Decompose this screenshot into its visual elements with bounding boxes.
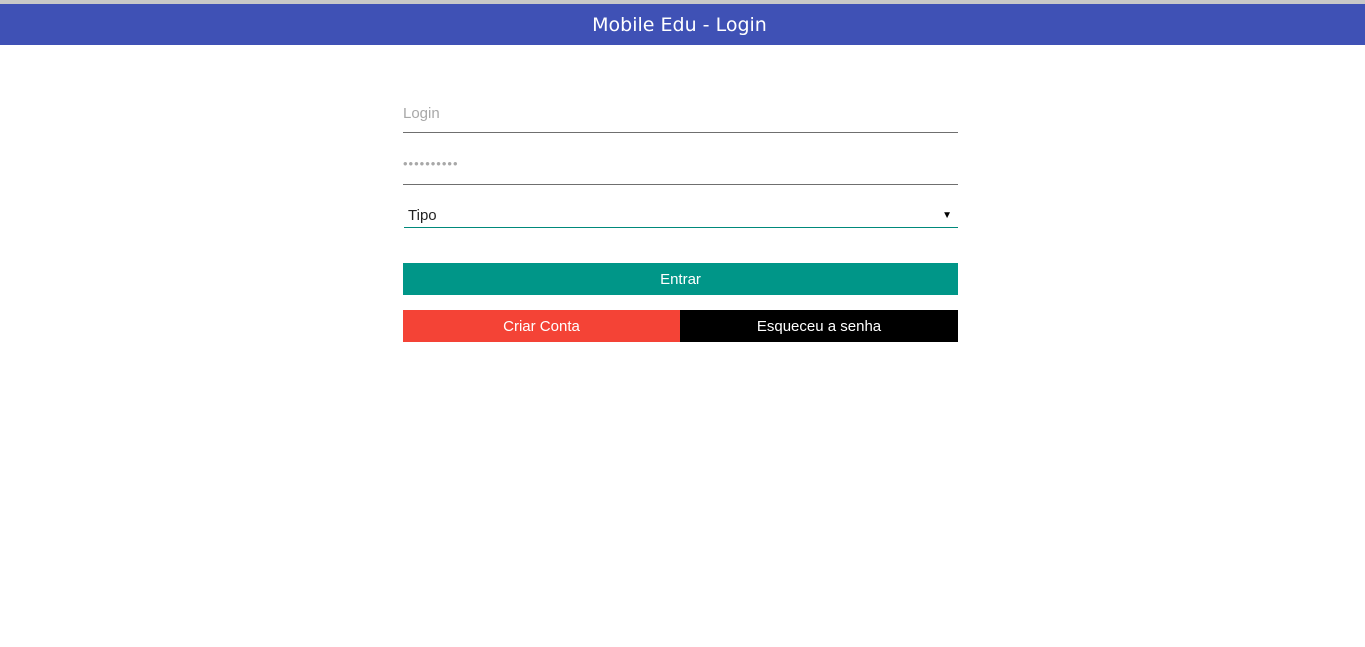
create-account-button[interactable]: Criar Conta [403,310,680,342]
login-field-wrapper [403,90,958,133]
secondary-actions: Criar Conta Esqueceu a senha [403,310,958,342]
login-form: Tipo ▼ Entrar Criar Conta Esqueceu a sen… [403,90,958,342]
tipo-select-value: Tipo [408,206,437,224]
password-field-wrapper [403,142,958,185]
password-input[interactable] [403,142,958,184]
app-header: Mobile Edu - Login [0,4,1365,45]
page-title: Mobile Edu - Login [592,13,767,36]
forgot-password-button[interactable]: Esqueceu a senha [680,310,958,342]
dropdown-arrow-icon: ▼ [942,209,952,221]
login-input[interactable] [403,90,958,132]
enter-button[interactable]: Entrar [403,263,958,295]
tipo-select[interactable]: Tipo ▼ [404,201,958,228]
